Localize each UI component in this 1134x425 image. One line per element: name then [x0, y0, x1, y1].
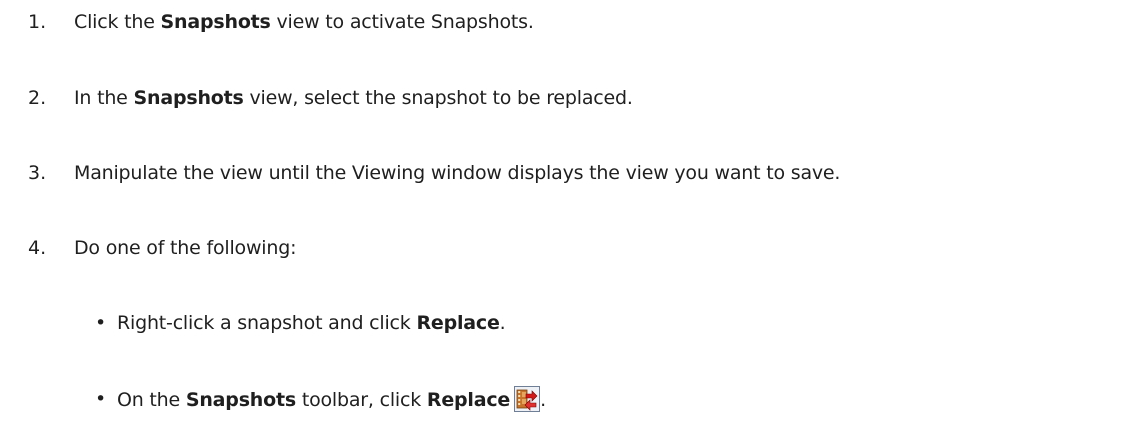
bullet-text-pre: On the [117, 389, 186, 411]
replace-snapshot-icon [514, 386, 541, 412]
step-number: 3. [28, 162, 47, 184]
bullet-text: On the Snapshots toolbar, click Replace … [117, 386, 546, 413]
step-text-pre: In the [74, 87, 134, 109]
step-text-post: view, select the snapshot to be replaced… [243, 87, 633, 109]
step-text-pre: Click the [74, 11, 161, 33]
bullet-text-bold-snapshots: Snapshots [185, 389, 296, 411]
bullet-text-mid: toolbar, click [295, 389, 427, 411]
step-text: Click the Snapshots view to activate Sna… [74, 9, 534, 35]
bullet-text-post: . [499, 312, 506, 334]
step-text-bold: Snapshots [133, 87, 244, 109]
step-number: 2. [28, 87, 47, 109]
step-text-post: view to activate Snapshots. [270, 11, 534, 33]
step-text: In the Snapshots view, select the snapsh… [74, 85, 633, 111]
step-number: 1. [28, 11, 47, 33]
step-text: Do one of the following: [74, 237, 297, 259]
bullet-text-bold-replace: Replace [426, 389, 511, 411]
bullet-text-post: . [540, 389, 546, 411]
step-number: 4. [28, 237, 47, 259]
bullet-symbol: • [95, 388, 107, 410]
bullet-text: Right-click a snapshot and click Replace… [117, 310, 506, 336]
step-text-bold: Snapshots [160, 11, 271, 33]
bullet-text-pre: Right-click a snapshot and click [117, 312, 417, 334]
bullet-text-bold: Replace [416, 312, 500, 334]
step-text: Manipulate the view until the Viewing wi… [74, 162, 841, 184]
bullet-symbol: • [95, 312, 107, 334]
